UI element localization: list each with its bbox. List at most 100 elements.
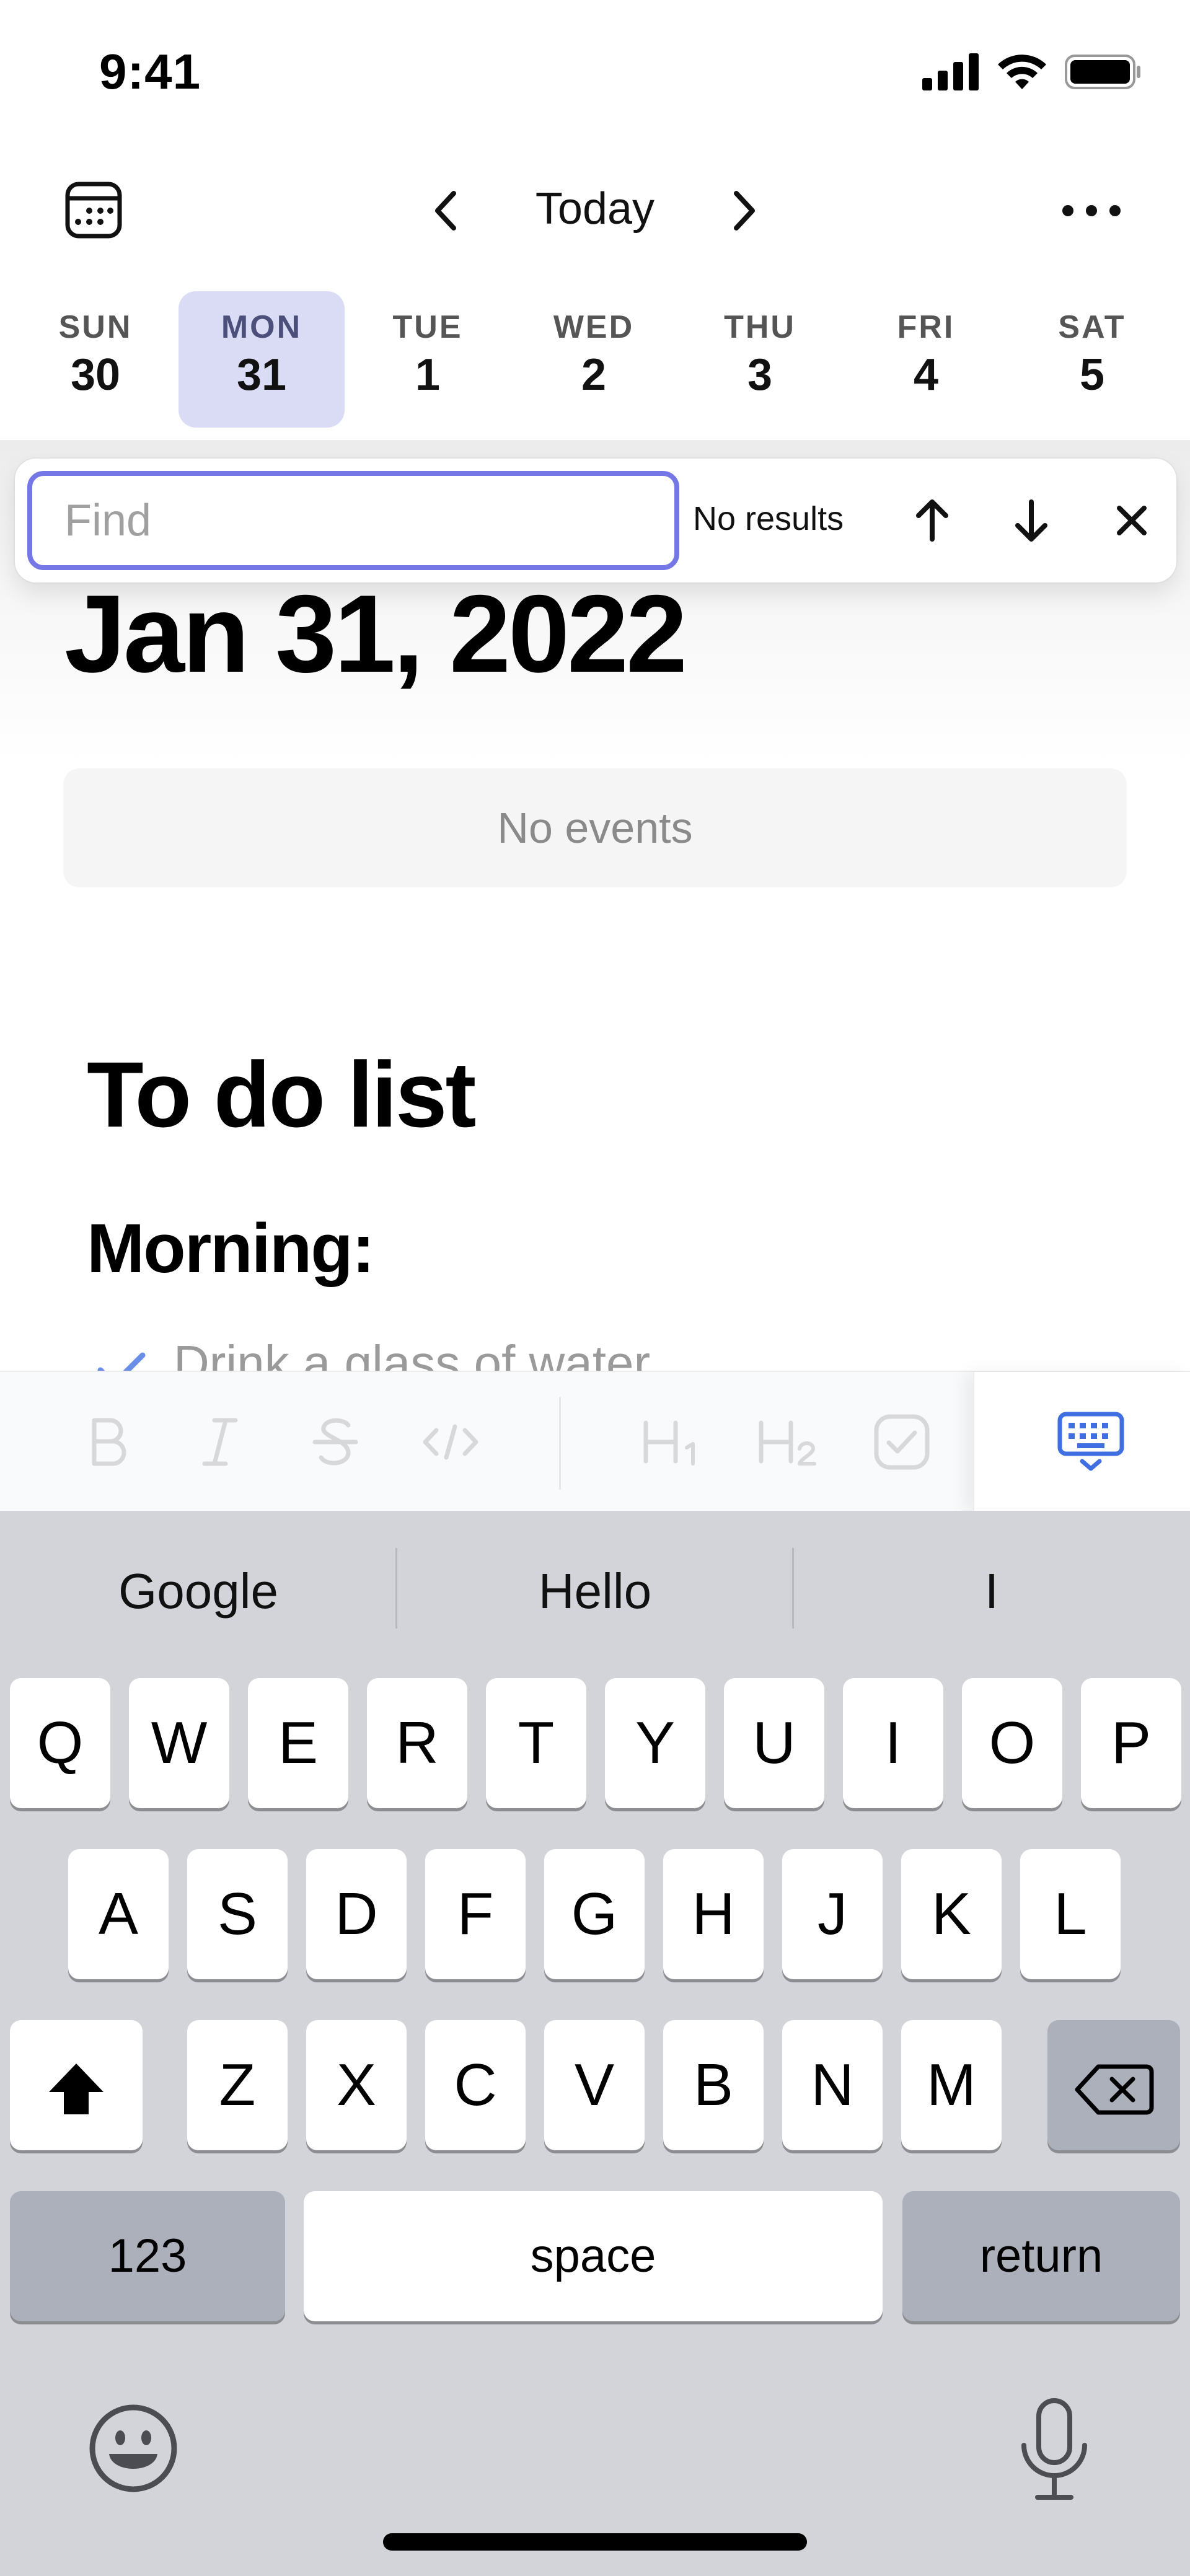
delete-key[interactable]: [1047, 2020, 1180, 2150]
day-number: 4: [913, 350, 939, 400]
date-heading: Jan 31, 2022: [64, 572, 687, 695]
key-c[interactable]: C: [425, 2020, 526, 2150]
checkmark-icon[interactable]: [93, 1342, 149, 1373]
toolbar-divider: [559, 1397, 561, 1490]
emoji-button[interactable]: [87, 2402, 180, 2495]
shift-key[interactable]: [10, 2020, 143, 2150]
day-name: MON: [221, 309, 302, 345]
key-q[interactable]: Q: [10, 1678, 110, 1808]
key-u[interactable]: U: [724, 1678, 824, 1808]
week-strip: SUN 30 MON 31 TUE 1 WED 2 THU 3 FRI 4 SA…: [0, 291, 1190, 428]
day-number: 1: [415, 350, 441, 400]
space-key[interactable]: space: [304, 2191, 883, 2321]
day-number: 3: [747, 350, 773, 400]
day-tue[interactable]: TUE 1: [345, 291, 511, 428]
section-heading[interactable]: Morning:: [87, 1208, 375, 1288]
calendar-button[interactable]: [64, 181, 123, 239]
key-m[interactable]: M: [901, 2020, 1002, 2150]
status-time: 9:41: [99, 44, 201, 99]
next-day-button[interactable]: [719, 186, 769, 235]
next-match-button[interactable]: [1000, 490, 1062, 552]
key-h[interactable]: H: [663, 1849, 764, 1979]
key-r[interactable]: R: [367, 1678, 467, 1808]
more-horizontal-icon: [1062, 205, 1121, 216]
todo-list-title[interactable]: To do list: [87, 1041, 476, 1148]
previous-day-button[interactable]: [421, 186, 471, 235]
key-v[interactable]: V: [544, 2020, 645, 2150]
key-n[interactable]: N: [782, 2020, 883, 2150]
backspace-icon: [1075, 2064, 1154, 2115]
more-options-button[interactable]: [1057, 186, 1126, 235]
day-number: 2: [581, 350, 607, 400]
emoji-icon: [89, 2404, 177, 2492]
strikethrough-button[interactable]: [301, 1408, 369, 1476]
key-t[interactable]: T: [486, 1678, 586, 1808]
key-d[interactable]: D: [306, 1849, 407, 1979]
keyboard-hide-icon: [1057, 1412, 1124, 1471]
day-number: 31: [236, 350, 287, 400]
return-key[interactable]: return: [902, 2191, 1180, 2321]
bold-icon: [92, 1418, 126, 1466]
battery-icon: [1065, 55, 1140, 89]
on-screen-keyboard: Google Hello I Q W E R T Y U I O P A S D…: [0, 1511, 1190, 2576]
day-sun[interactable]: SUN 30: [12, 291, 178, 428]
previous-match-button[interactable]: [901, 490, 963, 552]
heading-1-button[interactable]: [637, 1408, 705, 1476]
italic-icon: [202, 1418, 238, 1466]
hide-keyboard-button[interactable]: [1054, 1403, 1128, 1477]
day-number: 30: [70, 350, 121, 400]
code-icon: [423, 1424, 478, 1460]
day-wed[interactable]: WED 2: [511, 291, 677, 428]
key-e[interactable]: E: [248, 1678, 348, 1808]
wifi-icon: [998, 55, 1046, 89]
key-p[interactable]: P: [1081, 1678, 1181, 1808]
key-a[interactable]: A: [68, 1849, 169, 1979]
microphone-icon: [1021, 2398, 1087, 2500]
key-i[interactable]: I: [843, 1678, 943, 1808]
cellular-signal-icon: [922, 53, 979, 90]
day-name: FRI: [897, 309, 955, 345]
day-mon-selected[interactable]: MON 31: [178, 291, 345, 428]
key-y[interactable]: Y: [605, 1678, 705, 1808]
day-name: SUN: [58, 309, 133, 345]
key-k[interactable]: K: [901, 1849, 1002, 1979]
suggestion-item[interactable]: Hello: [397, 1511, 793, 1659]
italic-button[interactable]: [186, 1408, 254, 1476]
heading-2-button[interactable]: [752, 1408, 821, 1476]
day-name: WED: [553, 309, 635, 345]
close-find-button[interactable]: [1101, 490, 1163, 552]
key-z[interactable]: Z: [187, 2020, 288, 2150]
suggestion-bar: Google Hello I: [0, 1511, 1190, 1659]
day-name: SAT: [1058, 309, 1126, 345]
bold-button[interactable]: [72, 1408, 140, 1476]
chevron-right-icon: [734, 191, 755, 231]
key-x[interactable]: X: [306, 2020, 407, 2150]
key-l[interactable]: L: [1020, 1849, 1121, 1979]
key-j[interactable]: J: [782, 1849, 883, 1979]
today-button[interactable]: Today: [496, 183, 694, 234]
key-b[interactable]: B: [663, 2020, 764, 2150]
heading-1-icon: [643, 1420, 695, 1466]
key-g[interactable]: G: [544, 1849, 645, 1979]
find-bar: No results: [15, 459, 1176, 582]
key-w[interactable]: W: [129, 1678, 229, 1808]
day-thu[interactable]: THU 3: [677, 291, 843, 428]
key-s[interactable]: S: [187, 1849, 288, 1979]
day-sat[interactable]: SAT 5: [1009, 291, 1175, 428]
checkbox-icon: [874, 1414, 930, 1470]
heading-2-icon: [759, 1420, 816, 1466]
keyboard-hide-zone: [973, 1372, 1190, 1512]
key-o[interactable]: O: [962, 1678, 1062, 1808]
suggestion-item[interactable]: I: [793, 1511, 1190, 1659]
key-f[interactable]: F: [425, 1849, 526, 1979]
home-indicator[interactable]: [383, 2533, 807, 2551]
numbers-key[interactable]: 123: [10, 2191, 285, 2321]
code-button[interactable]: [416, 1408, 485, 1476]
suggestion-item[interactable]: Google: [0, 1511, 397, 1659]
dictation-button[interactable]: [1014, 2397, 1095, 2502]
todo-item[interactable]: Drink a glass of water: [93, 1329, 650, 1373]
find-input[interactable]: [27, 471, 679, 570]
status-bar: 9:41: [0, 0, 1190, 143]
checklist-button[interactable]: [868, 1408, 936, 1476]
day-fri[interactable]: FRI 4: [843, 291, 1009, 428]
